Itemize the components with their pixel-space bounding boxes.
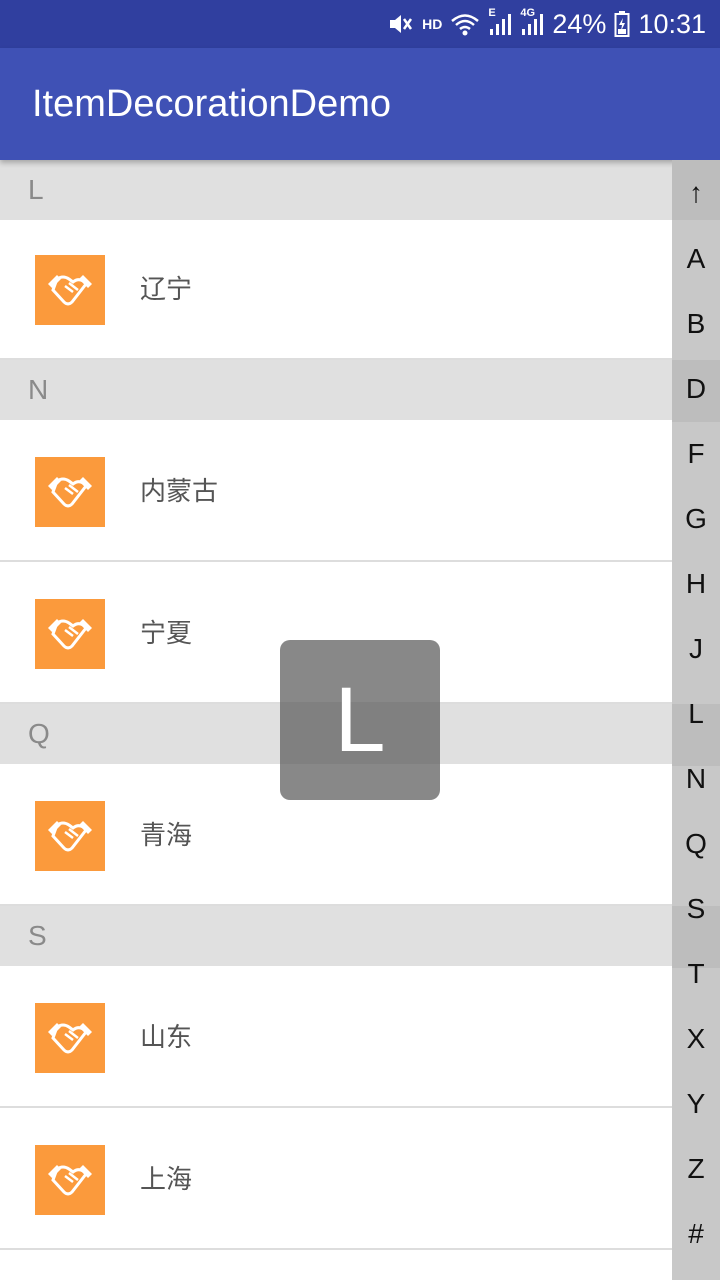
- battery-percent: 24%: [552, 8, 607, 39]
- signal-icon-2: 4G: [520, 7, 544, 37]
- section-header-l: L: [0, 160, 720, 220]
- signal-icon-1: E: [488, 7, 512, 37]
- handshake-icon: [35, 801, 105, 871]
- battery-icon: [614, 10, 630, 38]
- index-letter-j[interactable]: J: [672, 616, 720, 681]
- index-letter-d[interactable]: D: [672, 356, 720, 421]
- handshake-icon: [35, 599, 105, 669]
- mute-icon: [386, 10, 414, 38]
- list-item[interactable]: 山东: [0, 968, 720, 1108]
- status-icons: HD E 4G 24% 10:31: [386, 0, 706, 48]
- handshake-icon: [35, 1003, 105, 1073]
- network-label-1: E: [488, 7, 496, 19]
- network-label-2: 4G: [520, 7, 536, 19]
- index-letter-b[interactable]: B: [672, 291, 720, 356]
- status-time: 10:31: [638, 8, 706, 39]
- index-letter-n[interactable]: N: [672, 746, 720, 811]
- section-header-s: S: [0, 906, 720, 966]
- item-label: 青海: [140, 821, 193, 851]
- index-letter-t[interactable]: T: [672, 941, 720, 1006]
- section-letter: Q: [28, 718, 50, 749]
- index-letter-g[interactable]: G: [672, 486, 720, 551]
- item-label: 内蒙古: [140, 477, 219, 507]
- index-letter-a[interactable]: A: [672, 226, 720, 291]
- index-letter-q[interactable]: Q: [672, 811, 720, 876]
- handshake-icon: [35, 255, 105, 325]
- index-letter-h[interactable]: H: [672, 551, 720, 616]
- list-item[interactable]: 上海: [0, 1110, 720, 1250]
- wifi-icon: [450, 10, 480, 38]
- index-letter-l[interactable]: L: [672, 681, 720, 746]
- index-letter-s[interactable]: S: [672, 876, 720, 941]
- item-label: 宁夏: [140, 619, 193, 649]
- app-bar: ItemDecorationDemo: [0, 48, 720, 160]
- section-letter: L: [28, 174, 44, 205]
- section-header-n: N: [0, 360, 720, 420]
- app-title: ItemDecorationDemo: [32, 83, 392, 125]
- toast-letter: L: [334, 669, 386, 771]
- index-letter-f[interactable]: F: [672, 421, 720, 486]
- item-label: 山东: [140, 1023, 193, 1053]
- index-letter-y[interactable]: Y: [672, 1071, 720, 1136]
- item-label: 辽宁: [140, 275, 193, 305]
- status-bar: HD E 4G 24% 10:31: [0, 0, 720, 48]
- index-letter-x[interactable]: X: [672, 1006, 720, 1071]
- list-item[interactable]: 辽宁: [0, 220, 720, 360]
- handshake-icon: [35, 1145, 105, 1215]
- index-letter-hash[interactable]: #: [672, 1201, 720, 1266]
- current-letter-toast: L: [280, 640, 440, 800]
- index-bar[interactable]: ↑ A B D F G H J L N Q S T X Y Z #: [672, 160, 720, 1280]
- index-letter-top[interactable]: ↑: [672, 160, 720, 225]
- index-letter-z[interactable]: Z: [672, 1136, 720, 1201]
- section-letter: N: [28, 374, 49, 405]
- handshake-icon: [35, 457, 105, 527]
- item-label: 上海: [140, 1165, 193, 1195]
- list-item[interactable]: 内蒙古: [0, 422, 720, 562]
- section-letter: S: [28, 920, 47, 951]
- hd-label: HD: [422, 16, 443, 32]
